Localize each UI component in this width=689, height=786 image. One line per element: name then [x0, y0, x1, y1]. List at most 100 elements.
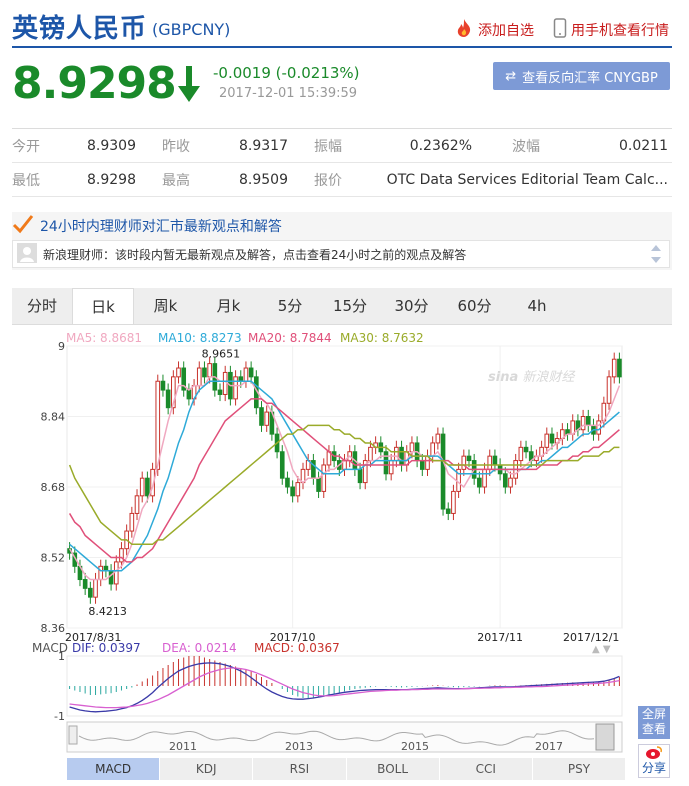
indicator-tab-rsi[interactable]: RSI: [253, 758, 347, 780]
candle-body: [150, 468, 155, 497]
stat-label: 波幅: [512, 138, 540, 155]
candle-body: [482, 468, 487, 488]
tab-30min[interactable]: 30分: [380, 288, 443, 324]
tab-60min[interactable]: 60分: [443, 288, 506, 324]
advisor-title: 24小时内理财师对汇市最新观点和解答: [40, 219, 282, 235]
tab-daily[interactable]: 日k: [72, 288, 134, 324]
check-icon: [12, 214, 34, 238]
candle-body: [373, 442, 378, 448]
macd-name: MACD: [32, 641, 68, 655]
stat-label: 振幅: [314, 138, 342, 155]
navigator-line: [78, 730, 595, 746]
candle-body: [207, 363, 212, 378]
candle-body: [274, 433, 280, 453]
candle-body: [342, 460, 347, 470]
candle-body: [591, 424, 596, 435]
weibo-icon: [639, 745, 669, 761]
ma10-line: [69, 380, 620, 572]
candle-body: [445, 508, 451, 514]
dif-line: [69, 662, 620, 713]
stat-cell: 最高 8.9509: [162, 170, 314, 190]
dea-label: DEA: 0.0214: [162, 641, 237, 655]
add-favorite-link[interactable]: 添加自选: [454, 18, 534, 42]
candle-body: [394, 446, 399, 462]
navigator-year-label: 2017: [535, 740, 563, 753]
candle-body: [430, 442, 435, 457]
candle-body: [440, 433, 446, 510]
candle-body: [228, 371, 233, 400]
x-tick-label: 2017/12/1: [563, 631, 619, 644]
stat-value: 0.2362%: [409, 137, 472, 154]
candle-body: [461, 455, 467, 470]
range-navigator: [66, 721, 623, 753]
header-divider: [12, 46, 672, 48]
y-tick-label: 8.68: [41, 481, 66, 494]
candle-body: [414, 442, 420, 462]
candle-body: [321, 464, 327, 492]
phone-icon: [553, 18, 567, 42]
candle-body: [523, 446, 529, 453]
tab-monthly[interactable]: 月k: [197, 288, 260, 324]
ma-legend: MA5: 8.8681 MA10: 8.8273 MA20: 8.7844 MA…: [66, 331, 424, 345]
ma5-line: [68, 376, 621, 581]
candle-body: [347, 451, 353, 462]
candle-body: [466, 455, 472, 462]
indicator-tab-macd[interactable]: MACD: [67, 758, 161, 780]
pair-title: 英镑人民币: [12, 14, 148, 44]
candle-body: [259, 407, 264, 426]
indicator-tab-boll[interactable]: BOLL: [347, 758, 440, 780]
ma20-label: MA20: 8.7844: [248, 331, 332, 345]
candle-body: [471, 460, 477, 479]
stat-value: 8.9298: [87, 171, 136, 188]
candle-body: [580, 416, 586, 431]
tab-5min[interactable]: 5分: [260, 288, 320, 324]
mobile-view-link[interactable]: 用手机查看行情: [553, 18, 669, 42]
tab-15min[interactable]: 15分: [320, 288, 380, 324]
candle-body: [248, 367, 254, 378]
macd-frame: [66, 655, 623, 717]
scroll-arrows-icon[interactable]: [650, 243, 662, 269]
candle-body: [575, 420, 581, 431]
stat-cell: 最低 8.9298: [12, 170, 162, 190]
fullscreen-button[interactable]: 全屏查看: [638, 706, 670, 739]
chart-frame: [66, 345, 623, 629]
candle-body: [419, 460, 425, 470]
reverse-rate-button[interactable]: ⇄ 查看反向汇率 CNYGBP: [493, 62, 670, 90]
candle-body: [362, 460, 368, 484]
mobile-view-label: 用手机查看行情: [571, 23, 669, 39]
tab-weekly[interactable]: 周k: [134, 288, 197, 324]
candle-body: [77, 565, 83, 581]
stat-value: 8.9317: [239, 137, 288, 154]
indicator-tab-cci[interactable]: CCI: [440, 758, 533, 780]
x-tick-label: 2017/11: [477, 631, 523, 644]
candle-body: [539, 446, 544, 457]
candle-body: [155, 380, 161, 470]
flame-icon: [454, 18, 474, 42]
candle-body: [191, 385, 197, 400]
candle-body: [518, 446, 524, 462]
advisor-title-link[interactable]: 24小时内理财师对汇市最新观点和解答: [12, 214, 282, 238]
stat-label: 今开: [12, 138, 40, 155]
ma30-line: [68, 424, 620, 546]
candle-body: [368, 446, 373, 462]
candle-body: [176, 367, 181, 378]
candle-body: [113, 561, 119, 585]
share-button[interactable]: 分享: [638, 744, 670, 778]
share-label: 分享: [641, 761, 666, 775]
ma5-label: MA5: 8.8681: [66, 331, 143, 345]
candle-body: [181, 367, 187, 391]
navigator-left-handle: [68, 725, 78, 745]
indicator-tab-psy[interactable]: PSY: [533, 758, 627, 780]
stat-cell: 报价 OTC Data Services Editorial Team Calc.…: [314, 170, 672, 190]
tab-4h[interactable]: 4h: [506, 288, 568, 324]
macd-value-label: MACD: 0.0367: [254, 641, 340, 655]
advisor-message-box[interactable]: 新浪理财师：该时段内暂无最新观点及解答，点击查看24小时之前的观点及解答: [12, 240, 670, 268]
indicator-tab-kdj[interactable]: KDJ: [160, 758, 254, 780]
kline-chart[interactable]: 98.848.688.528.362017/8/31 2017/10 2017/11…: [0, 0, 689, 786]
tab-fenshi[interactable]: 分时: [12, 288, 72, 324]
stat-value: 8.9309: [87, 137, 136, 154]
candle-body: [311, 460, 316, 479]
candle-body: [212, 363, 218, 391]
candle-body: [238, 376, 244, 382]
candle-body: [477, 477, 482, 488]
